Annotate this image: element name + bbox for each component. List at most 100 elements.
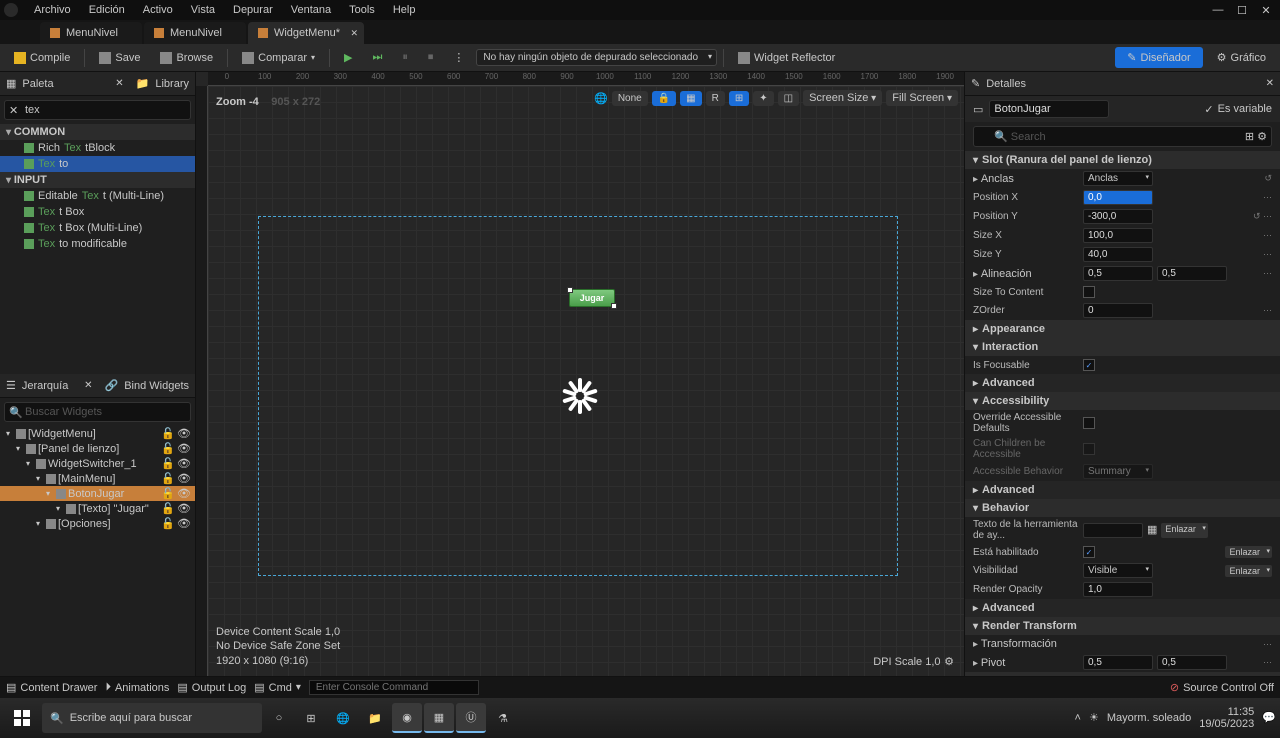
opacity-input[interactable]	[1083, 582, 1153, 597]
lock-icon[interactable]: 🔓	[161, 442, 175, 455]
reset-icon[interactable]: ⋯	[1263, 268, 1272, 279]
visibility-dropdown[interactable]: Visible	[1083, 563, 1153, 578]
menu-help[interactable]: Help	[385, 2, 424, 18]
step-button[interactable]: ⏭	[365, 48, 391, 67]
palette-item[interactable]: Texto	[0, 156, 195, 172]
menu-tools[interactable]: Tools	[341, 2, 383, 18]
screensize-dropdown[interactable]: Screen Size ▾	[803, 90, 882, 106]
app2-icon[interactable]: ⚗	[488, 703, 518, 733]
anchors-dropdown[interactable]: Anclas	[1083, 171, 1153, 186]
object-name-input[interactable]	[989, 100, 1109, 118]
reset-icon[interactable]: ⋯	[1263, 249, 1272, 260]
aligny-input[interactable]	[1157, 266, 1227, 281]
throbber-widget[interactable]	[560, 378, 596, 414]
palette-cat-input[interactable]: ▾ INPUT	[0, 172, 195, 188]
edge-icon[interactable]: 🌐	[328, 703, 358, 733]
fillscreen-dropdown[interactable]: Fill Screen ▾	[886, 90, 958, 106]
eye-icon[interactable]: 👁	[177, 517, 191, 530]
stc-checkbox[interactable]	[1083, 286, 1095, 298]
save-button[interactable]: Save	[91, 49, 148, 67]
tab-menunivel-1[interactable]: MenuNivel	[40, 22, 142, 44]
reset-icon[interactable]: ↺	[1264, 173, 1272, 184]
reset-icon[interactable]: ⋯	[1263, 230, 1272, 241]
eye-icon[interactable]: 👁	[177, 472, 191, 485]
reset-icon[interactable]: ⋯	[1263, 192, 1272, 203]
tree-row[interactable]: ▾[Opciones]🔓👁	[0, 516, 195, 531]
cat-behavior[interactable]: ▾ Behavior	[965, 499, 1280, 517]
ue-icon[interactable]: Ⓤ	[456, 703, 486, 733]
eye-icon[interactable]: 👁	[177, 457, 191, 470]
cat-slot[interactable]: ▾ Slot (Ranura del panel de lienzo)	[965, 151, 1280, 169]
library-tab[interactable]: Library	[155, 78, 189, 90]
lock-icon[interactable]: 🔓	[161, 457, 175, 470]
hierarchy-search[interactable]: 🔍 Buscar Widgets	[4, 402, 191, 422]
clear-icon[interactable]: ✕	[9, 104, 18, 117]
stop-button[interactable]: ⏹	[420, 48, 442, 67]
eye-icon[interactable]: 👁	[177, 487, 191, 500]
menu-edicion[interactable]: Edición	[81, 2, 133, 18]
reset-icon[interactable]: ⋯	[1263, 639, 1272, 650]
pivotx-input[interactable]	[1083, 655, 1153, 670]
snap-button[interactable]: ✦	[753, 91, 773, 106]
chrome-icon[interactable]: ◉	[392, 703, 422, 733]
cat-appearance[interactable]: ▸ Appearance	[965, 320, 1280, 338]
notifications-icon[interactable]: 💬	[1262, 712, 1276, 724]
tab-widgetmenu[interactable]: WidgetMenu*✕	[248, 22, 364, 44]
taskview-icon[interactable]: ⊞	[296, 703, 326, 733]
close-icon[interactable]: ✕	[1256, 4, 1276, 17]
browse-button[interactable]: Browse	[152, 49, 221, 67]
cat-transform[interactable]: ▾ Render Transform	[965, 617, 1280, 635]
menu-archivo[interactable]: Archivo	[26, 2, 79, 18]
isvar-checkbox[interactable]: ✓	[1204, 103, 1213, 116]
r-button[interactable]: R	[706, 91, 725, 106]
grid-button[interactable]: ⊞	[729, 91, 749, 106]
cat-accessibility[interactable]: ▾ Accessibility	[965, 392, 1280, 410]
output-log-button[interactable]: ▤Output Log	[177, 681, 246, 694]
console-input[interactable]	[309, 680, 479, 695]
posx-input[interactable]	[1083, 190, 1153, 205]
override-acc-checkbox[interactable]	[1083, 417, 1095, 429]
tree-row[interactable]: ▾BotonJugar🔓👁	[0, 486, 195, 501]
widget-reflector-button[interactable]: Widget Reflector	[730, 49, 843, 67]
outline-button[interactable]: ◫	[778, 91, 799, 106]
compile-button[interactable]: Compile	[6, 49, 78, 67]
none-button[interactable]: None	[612, 91, 648, 106]
cat-advanced[interactable]: ▸ Advanced	[965, 374, 1280, 392]
cat-performance[interactable]: ▾ Performance	[965, 672, 1280, 676]
tab-menunivel-2[interactable]: MenuNivel	[144, 22, 246, 44]
eye-icon[interactable]: 👁	[177, 442, 191, 455]
filter-icon[interactable]: ⊞ ⚙	[1245, 130, 1267, 143]
details-search[interactable]: 🔍 Search ⊞ ⚙	[973, 126, 1272, 147]
lock-icon[interactable]: 🔓	[161, 502, 175, 515]
bind-dropdown[interactable]: Enlazar	[1161, 523, 1208, 538]
cat-interaction[interactable]: ▾ Interaction	[965, 338, 1280, 356]
eye-icon[interactable]: 👁	[177, 427, 191, 440]
hierarchy-close-icon[interactable]: ✕	[84, 380, 92, 391]
palette-close-icon[interactable]: ✕	[115, 78, 123, 89]
play-button[interactable]: ▶	[336, 48, 360, 67]
content-drawer-button[interactable]: ▤Content Drawer	[6, 681, 97, 694]
diff-button[interactable]: Comparar▾	[234, 49, 323, 67]
lock-icon[interactable]: 🔓	[161, 427, 175, 440]
details-close-icon[interactable]: ✕	[1266, 78, 1274, 89]
explorer-icon[interactable]: 📁	[360, 703, 390, 733]
source-control-button[interactable]: ⊘Source Control Off	[1170, 681, 1274, 694]
reset-icon[interactable]: ⋯	[1263, 657, 1272, 668]
animations-button[interactable]: ⏵Animations	[105, 681, 169, 694]
start-button[interactable]	[4, 702, 40, 734]
alignx-input[interactable]	[1083, 266, 1153, 281]
flag-icon[interactable]: ▦	[1147, 523, 1157, 538]
maximize-icon[interactable]: ☐	[1232, 4, 1252, 17]
lock-icon[interactable]: 🔓	[161, 472, 175, 485]
taskbar-search[interactable]: 🔍Escribe aquí para buscar	[42, 703, 262, 733]
tree-row[interactable]: ▾[Texto] "Jugar"🔓👁	[0, 501, 195, 516]
bind-dropdown[interactable]: Enlazar	[1225, 565, 1272, 577]
designer-canvas[interactable]: 0100200300400500600700800900100011001200…	[196, 72, 964, 676]
palette-item[interactable]: Texto modificable	[0, 236, 195, 252]
cat-advanced[interactable]: ▸ Advanced	[965, 481, 1280, 499]
tab-close-icon[interactable]: ✕	[350, 28, 358, 39]
palette-item[interactable]: RichTextBlock	[0, 140, 195, 156]
canvas-root[interactable]: Jugar	[258, 216, 898, 576]
reset-icon[interactable]: ↺ ⋯	[1253, 211, 1272, 222]
app-icon[interactable]: ▦	[424, 703, 454, 733]
